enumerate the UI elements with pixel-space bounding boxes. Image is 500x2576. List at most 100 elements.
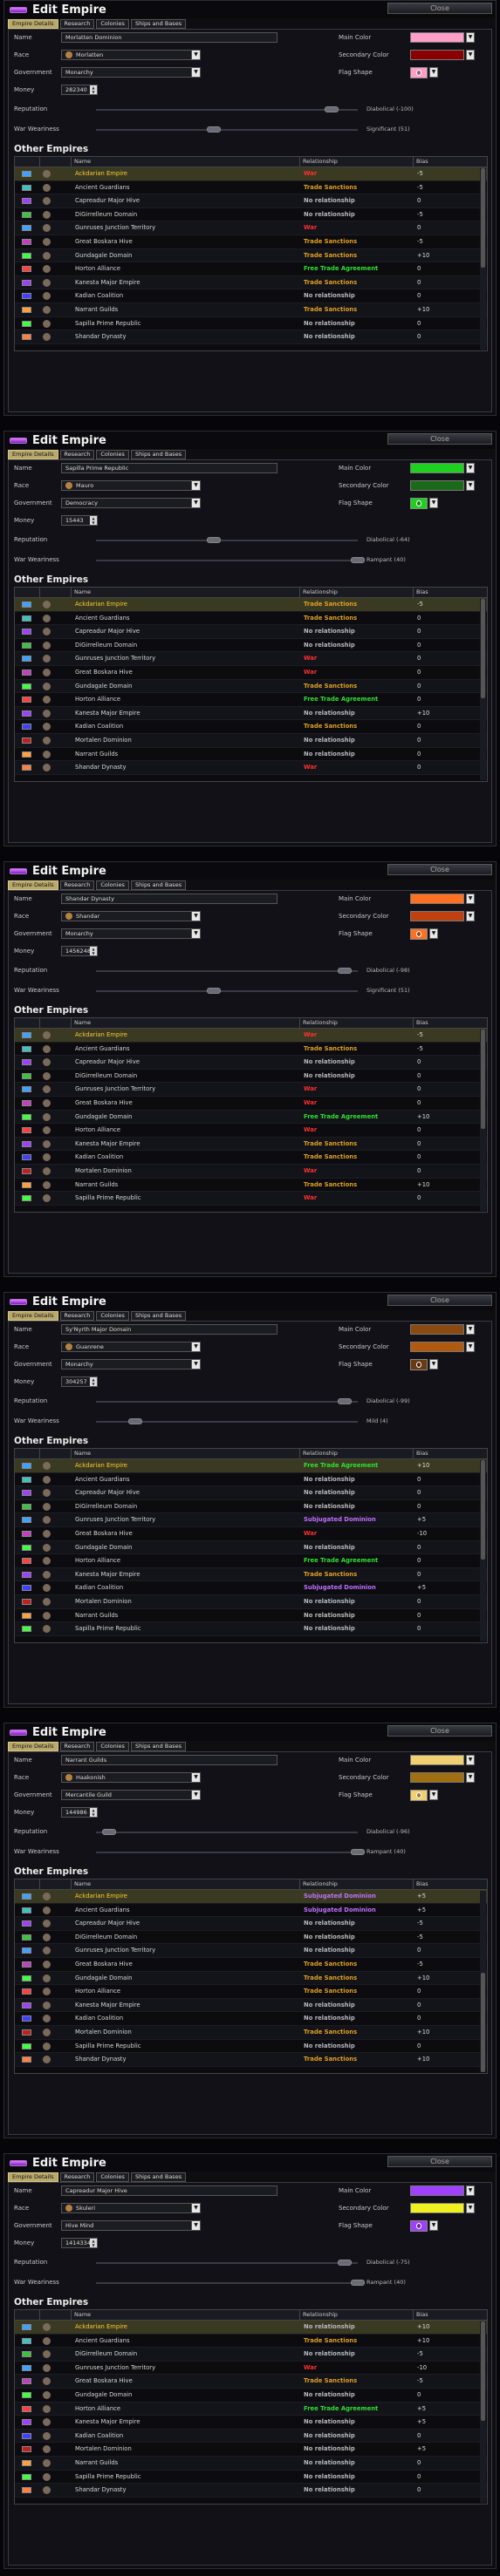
table-row[interactable]: Ackdarian Empire War -5 (15, 167, 487, 181)
flag-shape-preview[interactable] (410, 928, 428, 940)
tab-colonies[interactable]: Colonies (96, 880, 129, 890)
table-row[interactable]: Capreadur Major Hive No relationship 0 (15, 1056, 487, 1070)
government-dropdown[interactable]: Democracy ▼ (61, 498, 201, 508)
tab-ships-and-bases[interactable]: Ships and Bases (130, 1311, 187, 1321)
table-row[interactable]: DiGirrelleum Domain No relationship 0 (15, 639, 487, 653)
tab-colonies[interactable]: Colonies (96, 1311, 129, 1321)
table-row[interactable]: Sapilla Prime Republic No relationship 0 (15, 2040, 487, 2054)
table-row[interactable]: Ancient Guardians Trade Sanctions -5 (15, 1043, 487, 1057)
empire-name-field[interactable]: Shandar Dynasty (61, 894, 277, 904)
table-row[interactable]: Gundagale Domain Trade Sanctions 0 (15, 679, 487, 694)
empire-name-field[interactable]: Capreadur Major Hive (61, 2185, 277, 2196)
war-weariness-slider-knob[interactable] (207, 126, 221, 133)
table-row[interactable]: Shandar Dynasty No relationship 0 (15, 2484, 487, 2498)
table-row[interactable]: Kanesta Major Empire Trade Sanctions 0 (15, 1137, 487, 1152)
war-weariness-slider[interactable] (96, 1849, 365, 1855)
chevron-down-icon[interactable]: ▼ (466, 911, 475, 921)
flag-shape-preview[interactable] (410, 498, 428, 509)
table-row[interactable]: DiGirrelleum Domain No relationship 0 (15, 1500, 487, 1514)
table-row[interactable]: Gunruses Junction Territory No relations… (15, 1944, 487, 1958)
table-row[interactable]: Narrant Guilds No relationship 0 (15, 748, 487, 762)
col-bias-header[interactable]: Bias (413, 1879, 481, 1889)
chevron-down-icon[interactable]: ▼ (191, 1342, 200, 1351)
table-row[interactable]: Gundagale Domain Trade Sanctions +10 (15, 248, 487, 263)
spinner-icon[interactable]: ▲ ▼ (90, 947, 97, 955)
table-row[interactable]: Gundagale Domain No relationship 0 (15, 2389, 487, 2403)
table-row[interactable]: Gundagale Domain Trade Sanctions +10 (15, 1971, 487, 1986)
war-weariness-slider-knob[interactable] (128, 1418, 142, 1424)
table-row[interactable]: Kadian Coalition No relationship 0 (15, 2429, 487, 2443)
tab-research[interactable]: Research (59, 880, 95, 890)
table-row[interactable]: Gunruses Junction Territory War 0 (15, 221, 487, 235)
table-scrollbar[interactable] (480, 1891, 486, 2072)
reputation-slider[interactable] (96, 2260, 358, 2266)
tab-empire-details[interactable]: Empire Details (8, 1311, 58, 1321)
col-bias-header[interactable]: Bias (413, 2310, 481, 2320)
table-row[interactable]: Capreadur Major Hive No relationship 0 (15, 1486, 487, 1500)
tab-ships-and-bases[interactable]: Ships and Bases (130, 880, 187, 890)
chevron-down-icon[interactable]: ▼ (429, 1790, 438, 1800)
chevron-down-icon[interactable]: ▼ (466, 32, 475, 43)
war-weariness-slider-knob[interactable] (207, 988, 221, 994)
table-row[interactable]: Sapilla Prime Republic War 0 (15, 1192, 487, 1206)
col-name-header[interactable]: Name (71, 1018, 299, 1028)
table-row[interactable]: Ancient Guardians No relationship 0 (15, 1473, 487, 1487)
chevron-down-icon[interactable]: ▼ (191, 2204, 200, 2212)
flag-shape-preview[interactable] (410, 1359, 428, 1370)
table-row[interactable]: Great Boskara Hive Trade Sanctions -5 (15, 1958, 487, 1972)
empire-name-field[interactable]: Sy'Nyrth Major Domain (61, 1324, 277, 1335)
scrollbar-thumb[interactable] (481, 1460, 485, 1560)
col-relationship-header[interactable]: Relationship (299, 157, 413, 167)
spinner-icon[interactable]: ▲ ▼ (90, 1808, 97, 1817)
table-row[interactable]: Ackdarian Empire Free Trade Agreement +1… (15, 1459, 487, 1473)
table-row[interactable]: DiGirrelleum Domain No relationship 0 (15, 1070, 487, 1084)
table-row[interactable]: Gunruses Junction Territory War 0 (15, 1083, 487, 1097)
chevron-down-icon[interactable]: ▼ (466, 50, 475, 60)
empire-name-field[interactable]: Morlatten Dominion (61, 32, 277, 43)
chevron-down-icon[interactable]: ▼ (191, 499, 200, 507)
war-weariness-slider[interactable] (96, 2280, 365, 2286)
chevron-down-icon[interactable]: ▼ (466, 1342, 475, 1352)
chevron-down-icon[interactable]: ▼ (429, 2220, 438, 2231)
tab-research[interactable]: Research (59, 2172, 95, 2182)
table-row[interactable]: Kadian Coalition Trade Sanctions 0 (15, 720, 487, 734)
war-weariness-slider-knob[interactable] (351, 2280, 365, 2286)
government-dropdown[interactable]: Monarchy ▼ (61, 1359, 201, 1370)
table-row[interactable]: Ancient Guardians Subjugated Dominion +5 (15, 1904, 487, 1918)
main-color-swatch[interactable] (410, 1324, 464, 1335)
chevron-down-icon[interactable]: ▼ (466, 2203, 475, 2213)
reputation-slider-knob[interactable] (325, 106, 339, 112)
money-input[interactable]: 15443 ▲ ▼ (61, 515, 98, 526)
chevron-down-icon[interactable]: ▼ (429, 67, 438, 78)
chevron-down-icon[interactable]: ▼ (466, 1324, 475, 1335)
flag-shape-preview[interactable] (410, 67, 428, 78)
reputation-slider-knob[interactable] (207, 537, 221, 543)
table-row[interactable]: Sapilla Prime Republic No relationship 0 (15, 1622, 487, 1636)
chevron-down-icon[interactable]: ▼ (191, 2221, 200, 2230)
table-scrollbar[interactable] (480, 2321, 486, 2503)
scrollbar-thumb[interactable] (481, 2321, 485, 2422)
war-weariness-slider[interactable] (96, 1418, 358, 1424)
secondary-color-swatch[interactable] (410, 480, 464, 491)
money-input[interactable]: 304257 ▲ ▼ (61, 1376, 98, 1387)
race-dropdown[interactable]: Skuleri ▼ (61, 2203, 201, 2213)
table-row[interactable]: Gundagale Domain No relationship 0 (15, 1540, 487, 1555)
col-relationship-header[interactable]: Relationship (299, 1018, 413, 1028)
table-row[interactable]: Mortalen Dominion No relationship +5 (15, 2443, 487, 2457)
table-row[interactable]: Shandar Dynasty No relationship 0 (15, 330, 487, 344)
race-dropdown[interactable]: Guanrene ▼ (61, 1342, 201, 1352)
table-row[interactable]: Sapilla Prime Republic No relationship 0 (15, 2471, 487, 2484)
tab-colonies[interactable]: Colonies (96, 2172, 129, 2182)
table-row[interactable]: Gunruses Junction Territory War 0 (15, 652, 487, 666)
money-input[interactable]: 144986 ▲ ▼ (61, 1807, 98, 1818)
table-row[interactable]: Great Boskara Hive War -10 (15, 1527, 487, 1541)
table-row[interactable]: Mortalen Dominion No relationship 0 (15, 733, 487, 748)
chevron-down-icon[interactable]: ▼ (191, 481, 200, 490)
reputation-slider[interactable] (96, 106, 358, 112)
government-dropdown[interactable]: Monarchy ▼ (61, 67, 201, 78)
close-button[interactable]: Close (387, 3, 492, 14)
table-row[interactable]: Narrant Guilds No relationship 0 (15, 1609, 487, 1623)
reputation-slider[interactable] (96, 1829, 358, 1835)
reputation-slider[interactable] (96, 537, 358, 543)
race-dropdown[interactable]: Mauro ▼ (61, 480, 201, 491)
